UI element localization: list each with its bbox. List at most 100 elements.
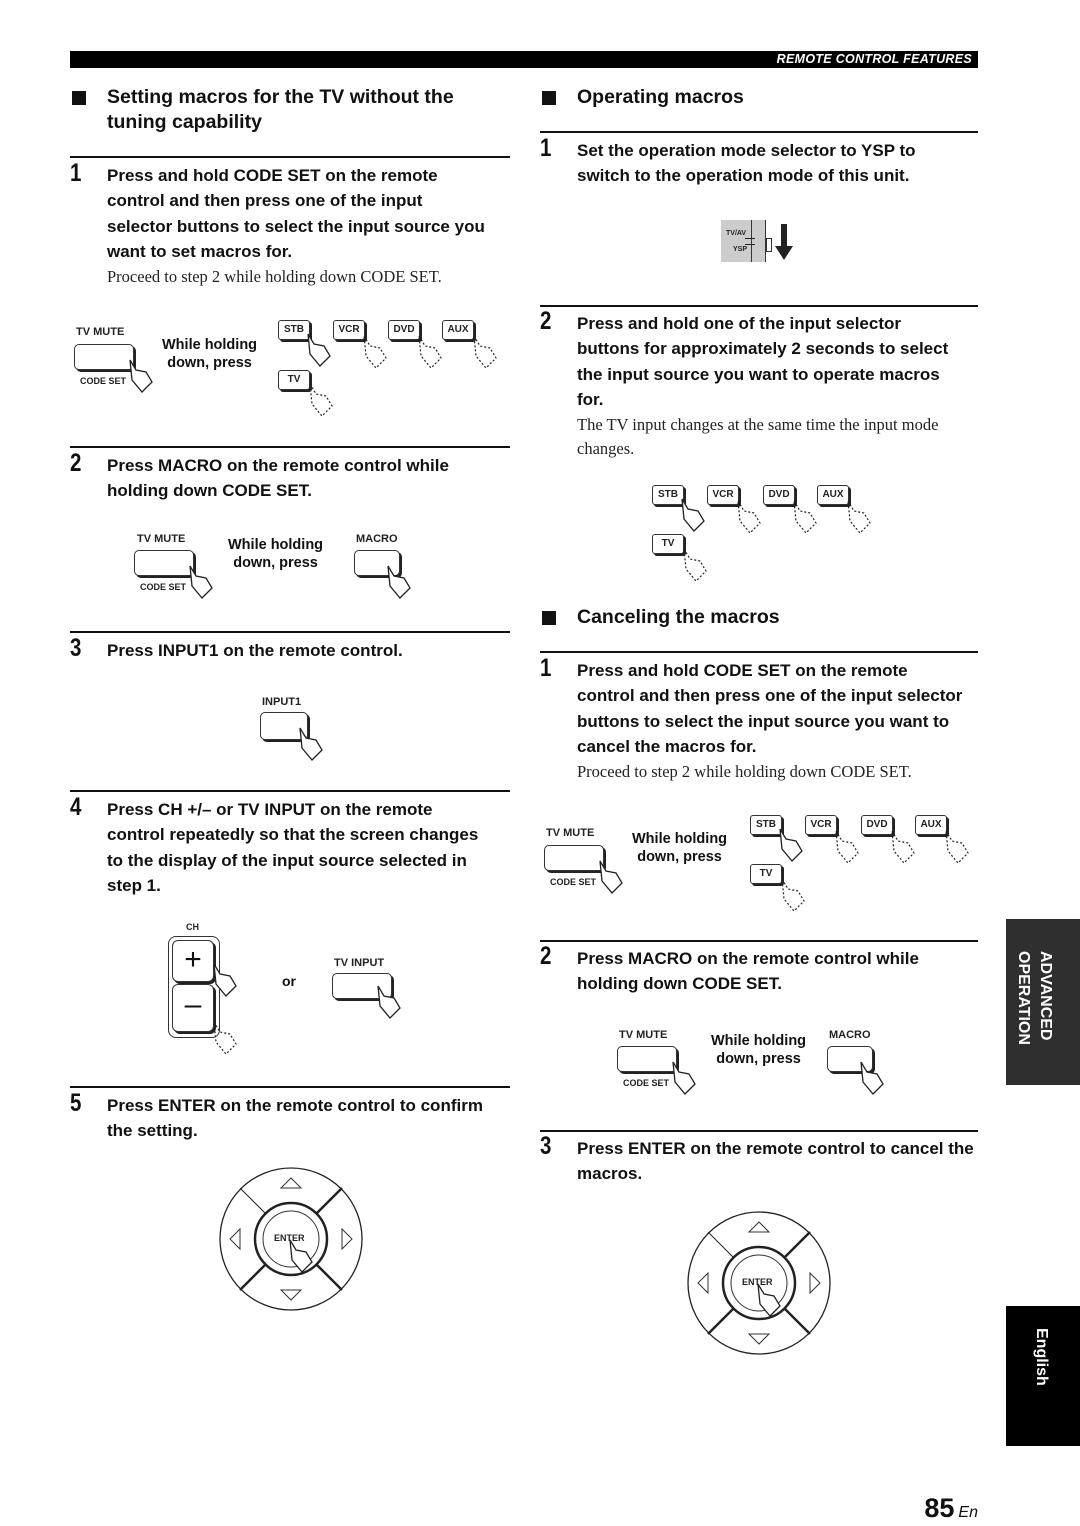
step-text: Set the operation mode selector to YSP t… (577, 141, 916, 186)
step-text: Press and hold CODE SET on the remote co… (107, 166, 485, 261)
pointing-hand-icon (299, 727, 323, 761)
pointing-hand-icon (860, 1061, 884, 1095)
step-text: Press INPUT1 on the remote control. (107, 641, 403, 660)
divider (70, 1086, 510, 1088)
square-bullet-icon (72, 91, 86, 105)
ch-minus-button[interactable]: – (172, 984, 214, 1032)
step-text: Press CH +/– or TV INPUT on the remote c… (107, 800, 479, 895)
divider (540, 131, 978, 133)
code-set-button[interactable] (544, 845, 604, 871)
code-set-label: CODE SET (623, 1078, 670, 1088)
figure-enter-pad: ENTER (218, 1166, 364, 1312)
square-bullet-icon (542, 611, 556, 625)
step-note: Proceed to step 2 while holding down COD… (577, 762, 912, 781)
step-5: 5 Press ENTER on the remote control to c… (70, 1089, 490, 1144)
step-text: Press MACRO on the remote control while … (107, 456, 449, 501)
macro-label: MACRO (356, 533, 398, 545)
figure-input1: INPUT1 (258, 694, 348, 764)
or-text: or (282, 973, 296, 989)
pointing-hand-icon (307, 333, 331, 367)
pointing-hand-icon (387, 565, 411, 599)
pointing-hand-icon (129, 359, 153, 393)
dotted-hand-icon (891, 830, 915, 864)
tv-mute-label: TV MUTE (76, 326, 125, 338)
step-1: 1 Press and hold CODE SET on the remote … (540, 654, 965, 759)
figure-codeset-selectors: TV MUTE CODE SET While holding down, pres… (70, 310, 510, 420)
figure-ch-or-tvinput: CH + – or TV INPUT (160, 920, 460, 1070)
dotted-hand-icon (737, 500, 761, 534)
dotted-hand-icon (418, 335, 442, 369)
step-2: 2 Press MACRO on the remote control whil… (70, 449, 490, 504)
figure-mode-selector: TV/AV YSP (721, 220, 793, 264)
code-set-label: CODE SET (550, 877, 597, 887)
figure-selectors: STB VCR DVD AUX TV (650, 485, 890, 585)
ch-label: CH (186, 922, 199, 932)
pointing-hand-icon (757, 1283, 781, 1317)
side-tab-advanced-operation[interactable]: ADVANCED OPERATION (1006, 919, 1080, 1085)
mode-selector-panel (721, 220, 765, 262)
divider (540, 1130, 978, 1132)
pointing-hand-icon (213, 963, 237, 997)
code-set-button[interactable] (134, 550, 194, 576)
pointing-hand-icon (681, 498, 705, 532)
step-text: Press and hold CODE SET on the remote co… (577, 661, 963, 756)
section-heading-operating-macros: Operating macros (540, 85, 744, 110)
input1-label: INPUT1 (262, 696, 302, 708)
while-holding-text: While holding down, press (162, 337, 258, 371)
step-text: Press MACRO on the remote control while … (577, 949, 919, 994)
divider (540, 305, 978, 307)
tv-input-label: TV INPUT (334, 957, 385, 969)
dotted-hand-icon (213, 1021, 237, 1055)
dotted-hand-icon (793, 500, 817, 534)
step-2: 2 Press MACRO on the remote control whil… (540, 942, 965, 997)
divider (540, 651, 978, 653)
figure-codeset-macro: TV MUTE CODE SET While holding down, pres… (615, 1026, 915, 1096)
while-holding-text: While holding down, press (711, 1033, 807, 1067)
divider (70, 446, 510, 448)
pointing-hand-icon (377, 985, 401, 1019)
pointing-hand-icon (672, 1061, 696, 1095)
mode-switch[interactable] (766, 238, 772, 252)
code-set-label: CODE SET (80, 376, 127, 386)
step-1: 1 Set the operation mode selector to YSP… (540, 134, 965, 189)
divider (70, 156, 510, 158)
step-1: 1 Press and hold CODE SET on the remote … (70, 159, 490, 264)
step-text: Press ENTER on the remote control to con… (107, 1096, 483, 1141)
square-bullet-icon (542, 91, 556, 105)
section-heading-setting-macros: Setting macros for the TV without the tu… (70, 85, 454, 135)
code-set-button[interactable] (74, 344, 134, 370)
figure-codeset-macro: TV MUTE CODE SET While holding down, pres… (130, 530, 430, 600)
ysp-label: YSP (733, 246, 748, 253)
code-set-button[interactable] (617, 1046, 677, 1072)
tv-mute-label: TV MUTE (137, 533, 186, 545)
step-3: 3 Press ENTER on the remote control to c… (540, 1132, 980, 1187)
step-note: The TV input changes at the same time th… (577, 415, 939, 458)
tv-mute-label: TV MUTE (619, 1029, 668, 1041)
tvav-label: TV/AV (726, 230, 747, 237)
code-set-label: CODE SET (140, 582, 187, 592)
step-4: 4 Press CH +/– or TV INPUT on the remote… (70, 793, 490, 898)
divider (70, 790, 510, 792)
step-note: Proceed to step 2 while holding down COD… (107, 267, 442, 286)
figure-enter-pad: ENTER (686, 1210, 832, 1356)
ch-plus-button[interactable]: + (172, 940, 214, 982)
dotted-hand-icon (683, 548, 707, 582)
left-column: Setting macros for the TV without the tu… (70, 0, 510, 1526)
side-tab-english[interactable]: English (1006, 1306, 1080, 1446)
dotted-hand-icon (945, 830, 969, 864)
pointing-hand-icon (189, 565, 213, 599)
right-column: Operating macros 1 Set the operation mod… (540, 0, 978, 1526)
figure-codeset-selectors: TV MUTE CODE SET While holding down, pres… (540, 805, 980, 915)
page-number: 85 En (924, 1493, 978, 1523)
dotted-hand-icon (835, 830, 859, 864)
arrow-down-icon (775, 224, 793, 260)
divider (540, 940, 978, 942)
dotted-hand-icon (363, 335, 387, 369)
dotted-hand-icon (473, 335, 497, 369)
dotted-hand-icon (847, 500, 871, 534)
pointing-hand-icon (779, 828, 803, 862)
macro-label: MACRO (829, 1029, 871, 1041)
dotted-hand-icon (309, 383, 333, 417)
step-text: Press ENTER on the remote control to can… (577, 1139, 974, 1184)
step-text: Press and hold one of the input selector… (577, 314, 949, 409)
